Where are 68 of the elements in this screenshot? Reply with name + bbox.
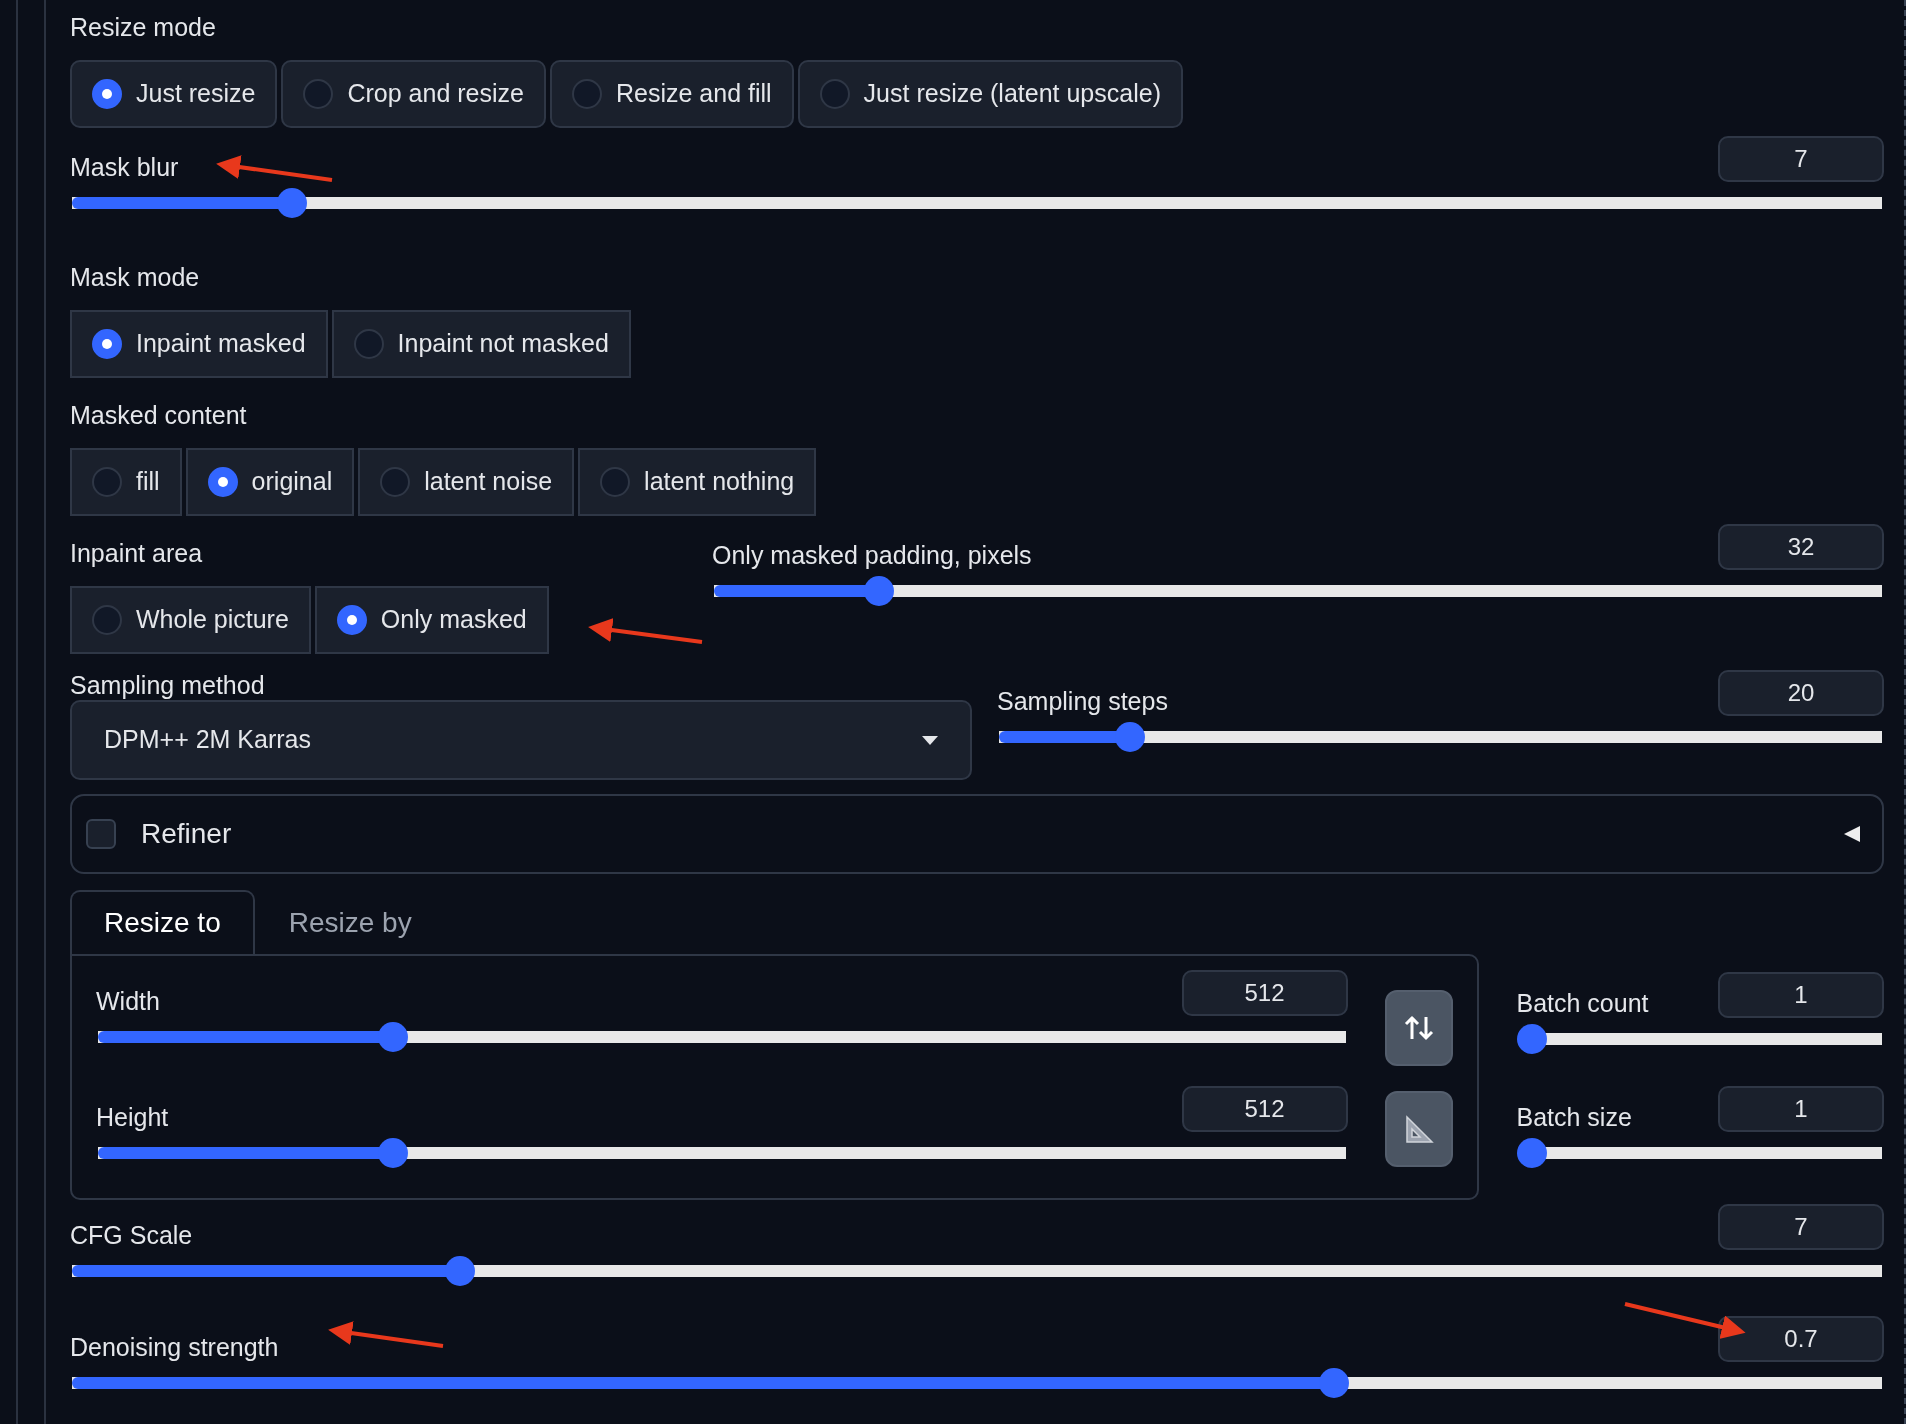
radio-icon <box>600 467 631 497</box>
accordion-title: Refiner <box>141 817 232 851</box>
number-field[interactable]: 512 <box>1181 1086 1348 1132</box>
radio-option[interactable]: Just resize <box>70 60 278 128</box>
radio-option[interactable]: latent noise <box>358 448 575 516</box>
radio-icon <box>336 605 367 635</box>
slider-thumb[interactable] <box>1516 1024 1547 1054</box>
radio-icon <box>380 467 411 497</box>
triangle-ruler-icon <box>1404 1114 1434 1144</box>
slider-thumb[interactable] <box>1516 1138 1547 1168</box>
radio-option[interactable]: Just resize (latent upscale) <box>797 60 1183 128</box>
slider-thumb[interactable] <box>863 576 894 606</box>
radio-option[interactable]: Only masked <box>314 586 549 654</box>
radio-icon <box>353 329 384 359</box>
field-label: Masked content <box>70 400 248 430</box>
radio-icon <box>207 467 238 497</box>
field-label: Mask mode <box>70 262 201 292</box>
number-field[interactable]: 512 <box>1181 970 1348 1016</box>
field-label: Sampling steps <box>997 686 1168 716</box>
radio-option[interactable]: Whole picture <box>70 586 311 654</box>
slider-thumb[interactable] <box>1318 1368 1349 1398</box>
radio-option[interactable]: latent nothing <box>578 448 817 516</box>
radio-icon <box>92 329 122 359</box>
field-label: Denoising strength <box>70 1332 279 1362</box>
radio-option[interactable]: fill <box>70 448 182 516</box>
number-field[interactable]: 1 <box>1718 1086 1884 1132</box>
number-field[interactable]: 0.7 <box>1718 1316 1884 1362</box>
radio-option[interactable]: Inpaint masked <box>70 310 328 378</box>
radio-option[interactable]: Resize and fill <box>549 60 794 128</box>
radio-option[interactable]: original <box>185 448 355 516</box>
number-field[interactable]: 7 <box>1718 136 1884 182</box>
radio-icon <box>303 79 334 109</box>
swap-button[interactable] <box>1385 990 1453 1066</box>
accordion-header[interactable]: Refiner <box>70 794 1884 874</box>
radio-icon <box>92 79 122 109</box>
collapse-triangle-icon[interactable] <box>1842 825 1862 843</box>
dropdown[interactable]: DPM++ 2M Karras <box>70 700 972 780</box>
number-field[interactable]: 1 <box>1718 972 1884 1018</box>
field-label: Only masked padding, pixels <box>712 540 1032 570</box>
slider-thumb[interactable] <box>1115 722 1146 752</box>
caret-icon <box>922 735 938 745</box>
swap-arrows-icon <box>1404 1015 1434 1041</box>
tab[interactable]: Resize to <box>70 890 255 954</box>
field-label: Width <box>96 986 160 1016</box>
checkbox[interactable] <box>86 819 116 849</box>
field-label: Sampling method <box>70 670 266 700</box>
radio-option[interactable]: Inpaint not masked <box>331 310 631 378</box>
number-field[interactable]: 32 <box>1718 524 1884 570</box>
number-field[interactable]: 20 <box>1718 670 1884 716</box>
slider-thumb[interactable] <box>276 188 307 218</box>
field-label: CFG Scale <box>70 1220 193 1250</box>
number-field[interactable]: 7 <box>1718 1204 1884 1250</box>
slider-thumb[interactable] <box>378 1138 409 1168</box>
tab[interactable]: Resize by <box>254 890 446 954</box>
field-label: Height <box>96 1102 169 1132</box>
field-label: Inpaint area <box>70 538 204 568</box>
radio-icon <box>92 605 122 635</box>
radio-option[interactable]: Crop and resize <box>281 60 546 128</box>
field-label: Mask blur <box>70 152 179 182</box>
radio-icon <box>819 79 850 109</box>
radio-icon <box>571 79 602 109</box>
slider-thumb[interactable] <box>378 1022 409 1052</box>
aspect-ratio-button[interactable] <box>1385 1091 1453 1167</box>
field-label: Batch count <box>1516 988 1649 1018</box>
slider-thumb[interactable] <box>444 1256 475 1286</box>
field-label: Resize mode <box>70 12 217 42</box>
field-label: Batch size <box>1516 1102 1632 1132</box>
radio-icon <box>92 467 122 497</box>
